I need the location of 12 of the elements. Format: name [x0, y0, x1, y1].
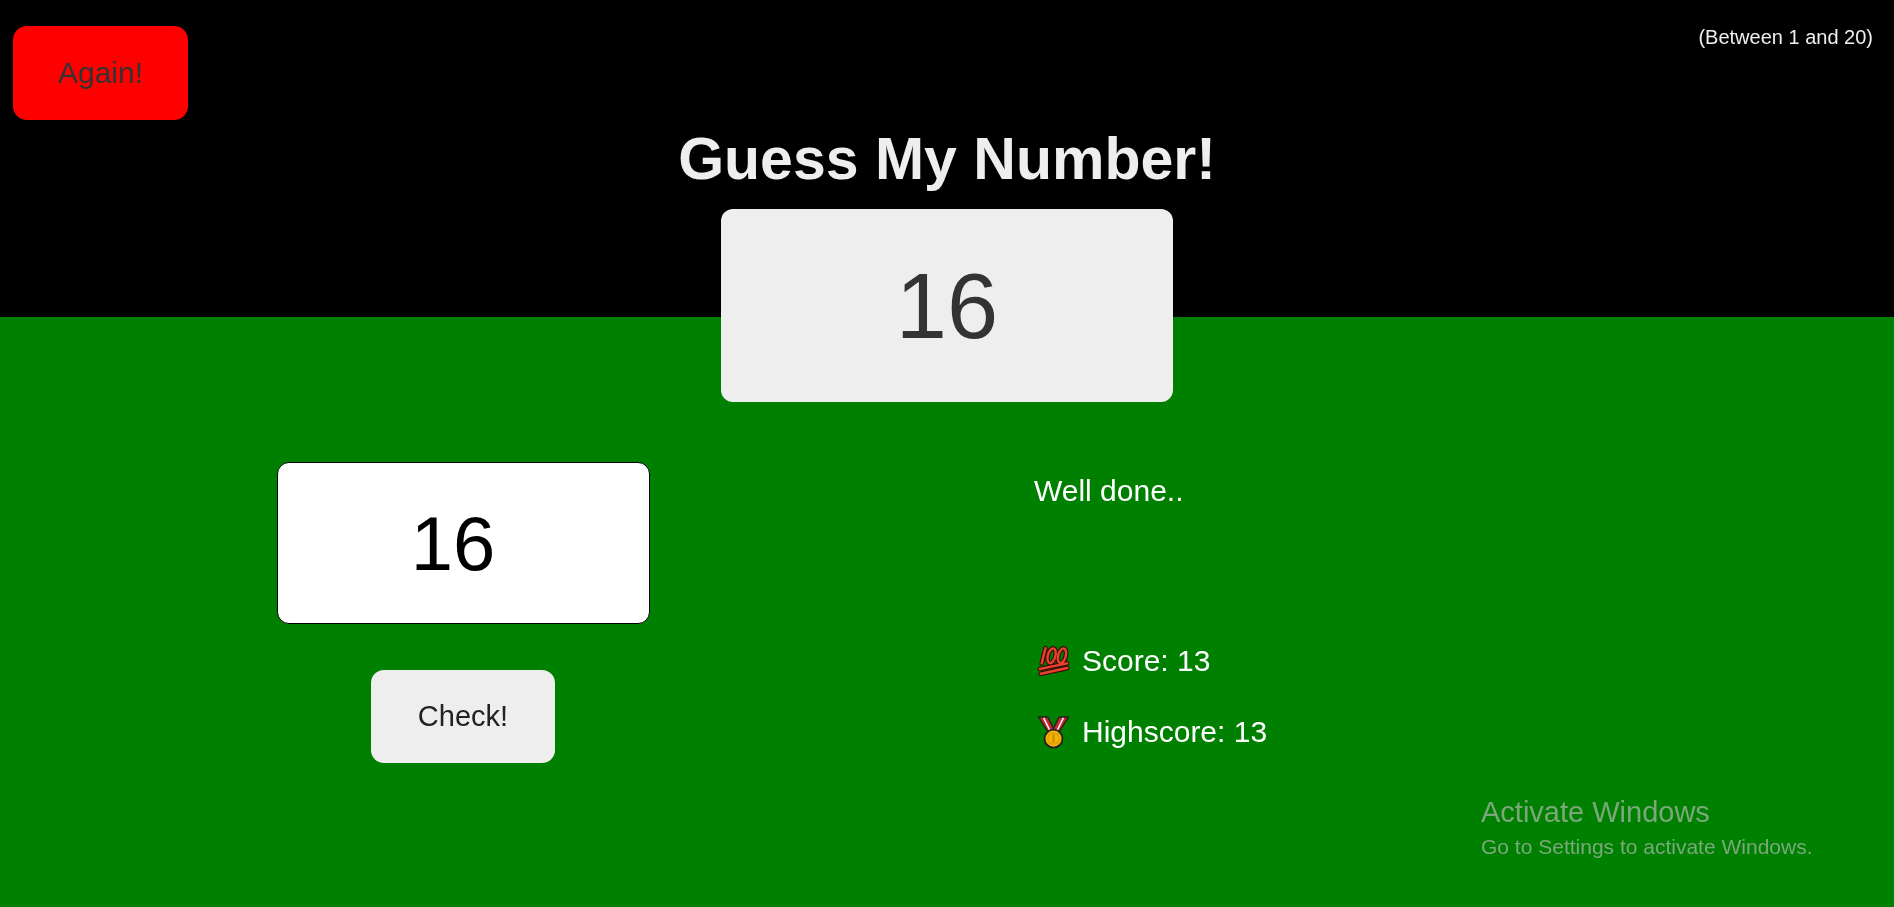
- range-hint: (Between 1 and 20): [1698, 26, 1873, 49]
- activation-title: Activate Windows: [1481, 795, 1710, 830]
- medal-icon: [1037, 715, 1070, 749]
- hundred-points-icon: [1037, 645, 1070, 677]
- score-text: Score: 13: [1082, 643, 1211, 679]
- secret-number: 16: [721, 209, 1173, 402]
- check-button[interactable]: Check!: [371, 670, 555, 763]
- highscore-text: Highscore: 13: [1082, 714, 1268, 750]
- activation-subtitle: Go to Settings to activate Windows.: [1481, 834, 1813, 859]
- page-title: Guess My Number!: [678, 125, 1216, 193]
- message-text: Well done..: [1034, 473, 1184, 509]
- guess-input[interactable]: 16: [276, 462, 650, 624]
